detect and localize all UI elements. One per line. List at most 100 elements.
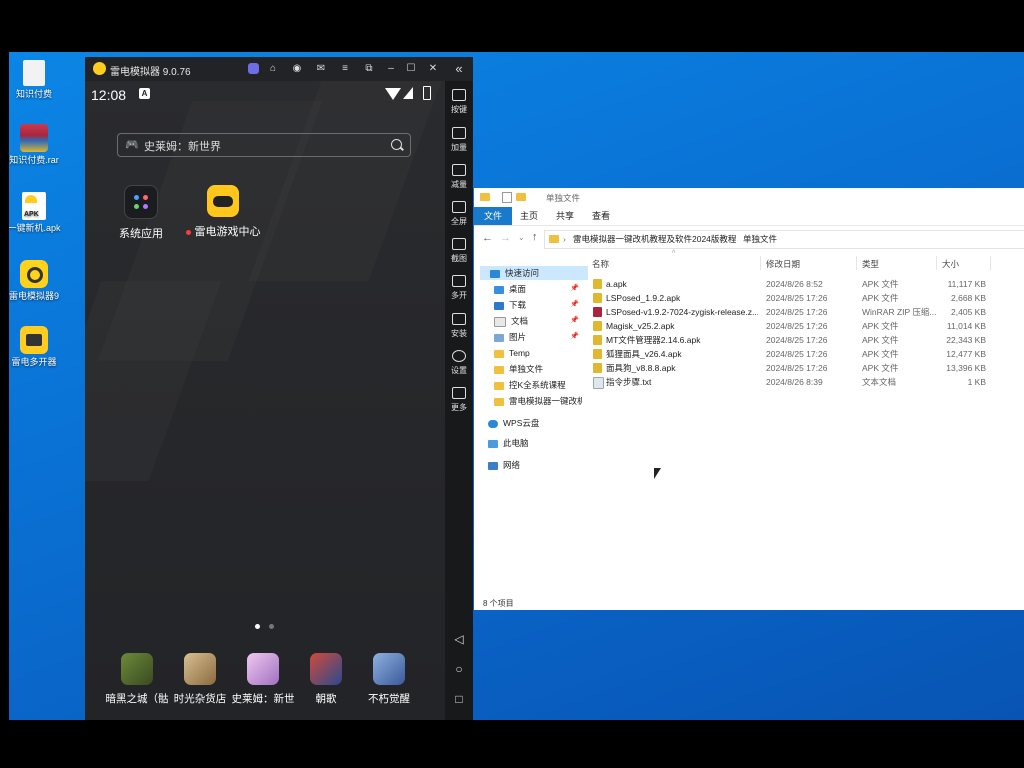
dock-app-1[interactable]: 暗黑之城（骷 xyxy=(105,653,169,706)
nav-item-temp[interactable]: Temp xyxy=(494,346,530,360)
nav-quick-access[interactable]: 快速访问 xyxy=(480,266,588,280)
column-header-type[interactable]: 类型 xyxy=(862,258,879,270)
sidebar-more[interactable]: 更多 xyxy=(445,387,473,413)
sidebar-install[interactable]: 安装 xyxy=(445,313,473,339)
sidebar-volume-up[interactable]: 加量 xyxy=(445,127,473,153)
close-icon[interactable]: ✕ xyxy=(425,61,441,77)
back-icon[interactable]: ◁ xyxy=(445,632,473,646)
breadcrumb[interactable]: › 雷电模拟器一键改机教程及软件2024版教程 › 单独文件 xyxy=(544,230,1024,249)
file-icon xyxy=(23,60,45,86)
dock-app-5[interactable]: 不朽觉醒 xyxy=(357,653,421,706)
menu-icon[interactable]: ≡ xyxy=(337,61,353,77)
file-row[interactable]: Magisk_v25.2.apk 2024/8/25 17:26 APK 文件 … xyxy=(586,319,1024,333)
tab-share[interactable]: 共享 xyxy=(546,207,584,225)
nav-this-pc[interactable]: 此电脑 xyxy=(488,436,529,450)
file-size: 12,477 KB xyxy=(946,349,986,359)
desktop-icon-zhishifufei-rar[interactable]: 知识付费.rar xyxy=(9,124,65,166)
dock-app-label: 暗黑之城（骷 xyxy=(105,693,169,705)
desktop-icon-zhishifufei[interactable]: 知识付费 xyxy=(9,60,65,100)
search-icon[interactable] xyxy=(391,139,402,150)
desktop-icon-ldmulti[interactable]: 雷电多开器 xyxy=(9,326,65,368)
emulator-titlebar[interactable]: 雷电模拟器 9.0.76 ⌂ ◉ ✉ ≡ ⧉ – ☐ ✕ « xyxy=(85,57,473,81)
nav-wps-cloud[interactable]: WPS云盘 xyxy=(488,416,539,430)
nav-item-desktop[interactable]: 桌面 xyxy=(494,282,526,296)
nav-network[interactable]: 网络 xyxy=(488,458,520,472)
desktop-icon-apk[interactable]: APK 一键新机.apk xyxy=(9,192,65,234)
nav-item-ld-tutorial[interactable]: 雷电模拟器一键改机 xyxy=(494,394,582,408)
sidebar-screenshot[interactable]: 截图 xyxy=(445,238,473,264)
pin-icon: 📌 xyxy=(570,285,579,292)
ldmulti-icon xyxy=(20,326,48,354)
breadcrumb-item[interactable]: 雷电模拟器一键改机教程及软件2024版教程 xyxy=(573,231,736,248)
sidebar-multi[interactable]: 多开 xyxy=(445,275,473,301)
column-divider xyxy=(856,256,857,270)
nav-item-single-files[interactable]: 单独文件 xyxy=(494,362,543,376)
cloud-icon xyxy=(488,419,498,428)
sidebar-label: 按键 xyxy=(451,105,467,114)
file-date: 2024/8/25 17:26 xyxy=(766,335,828,345)
home-icon[interactable]: ○ xyxy=(445,662,473,676)
nav-label: 快速访问 xyxy=(505,268,540,278)
dock-app-label: 不朽觉醒 xyxy=(368,693,410,705)
account-icon[interactable]: ◉ xyxy=(289,61,305,77)
dock-app-4[interactable]: 朝歌 xyxy=(294,653,358,706)
minimize-icon[interactable]: – xyxy=(383,61,399,77)
ldplayer-logo-icon xyxy=(93,62,106,75)
gamepad-icon[interactable]: ⌂ xyxy=(265,61,281,77)
sidebar-settings[interactable]: 设置 xyxy=(445,350,473,376)
dock-app-2[interactable]: 时光杂货店 xyxy=(168,653,232,706)
file-type: APK 文件 xyxy=(862,349,899,359)
file-row[interactable]: LSPosed-v1.9.2-7024-zygisk-release.z... … xyxy=(586,305,1024,319)
restore-icon[interactable]: ⧉ xyxy=(361,61,377,77)
android-screen[interactable]: 12:08 A 🎮 史莱姆：新世界 系统应用 雷电游戏中心 暗黑之城（骷 时光杂… xyxy=(85,81,445,720)
file-row[interactable]: 指令步骤.txt 2024/8/26 8:39 文本文档 1 KB xyxy=(586,375,1024,389)
column-divider xyxy=(760,256,761,270)
tab-view[interactable]: 查看 xyxy=(582,207,620,225)
nav-item-pictures[interactable]: 图片 xyxy=(494,330,526,344)
file-row[interactable]: 面具狗_v8.8.8.apk 2024/8/25 17:26 APK 文件 13… xyxy=(586,361,1024,375)
forward-arrow-icon[interactable]: → xyxy=(500,232,511,244)
sidebar-label: 加量 xyxy=(451,143,467,152)
recents-icon[interactable]: □ xyxy=(445,692,473,706)
column-header-size[interactable]: 大小 xyxy=(942,258,959,270)
sidebar-label: 安装 xyxy=(451,329,467,338)
file-row[interactable]: LSPosed_1.9.2.apk 2024/8/25 17:26 APK 文件… xyxy=(586,291,1024,305)
tab-file[interactable]: 文件 xyxy=(474,207,513,225)
explorer-titlebar[interactable]: 单独文件 xyxy=(474,188,1024,206)
file-size: 13,396 KB xyxy=(946,363,986,373)
breadcrumb-item[interactable]: 单独文件 xyxy=(743,231,777,248)
dock-app-3[interactable]: 史莱姆：新世 xyxy=(231,653,295,706)
app-label: 系统应用 xyxy=(119,228,163,240)
scissors-icon xyxy=(452,238,466,250)
sidebar-fullscreen[interactable]: 全屏 xyxy=(445,201,473,227)
search-bar[interactable]: 🎮 史莱姆：新世界 xyxy=(117,133,411,157)
maximize-icon[interactable]: ☐ xyxy=(403,61,419,77)
sidebar-label: 全屏 xyxy=(451,217,467,226)
recent-chevron-icon[interactable]: ⌄ xyxy=(518,233,525,242)
game-icon xyxy=(310,653,342,685)
file-row[interactable]: MT文件管理器2.14.6.apk 2024/8/25 17:26 APK 文件… xyxy=(586,333,1024,347)
column-header-date[interactable]: 修改日期 xyxy=(766,258,800,270)
nav-label: 单独文件 xyxy=(509,364,544,374)
app-game-center[interactable]: 雷电游戏中心 xyxy=(183,185,263,239)
mail-icon[interactable]: ✉ xyxy=(313,61,329,77)
emulator-sidebar: 按键 加量 减量 全屏 截图 多开 安装 设置 更多 ◁ ○ □ xyxy=(445,81,473,720)
file-row[interactable]: a.apk 2024/8/26 8:52 APK 文件 11,117 KB xyxy=(586,277,1024,291)
plugin-icon[interactable] xyxy=(245,61,261,77)
emulator-window: 雷电模拟器 9.0.76 ⌂ ◉ ✉ ≡ ⧉ – ☐ ✕ « 12:08 A 🎮… xyxy=(85,57,473,720)
checkbox-icon[interactable] xyxy=(502,192,512,203)
tab-home[interactable]: 主页 xyxy=(510,207,548,225)
file-row[interactable]: 狐狸面具_v26.4.apk 2024/8/25 17:26 APK 文件 12… xyxy=(586,347,1024,361)
nav-item-downloads[interactable]: 下载 xyxy=(494,298,526,312)
app-system-apps[interactable]: 系统应用 xyxy=(101,185,181,241)
desktop-icon-ldplayer[interactable]: 雷电模拟器9 xyxy=(9,260,65,302)
game-icon xyxy=(373,653,405,685)
nav-item-documents[interactable]: 文档 xyxy=(494,314,528,328)
sidebar-collapse-icon[interactable]: « xyxy=(451,61,467,77)
sidebar-keymap[interactable]: 按键 xyxy=(445,89,473,115)
column-header-name[interactable]: 名称 xyxy=(592,258,609,270)
sidebar-volume-down[interactable]: 减量 xyxy=(445,164,473,190)
up-arrow-icon[interactable]: ↑ xyxy=(532,231,538,243)
nav-item-course[interactable]: 控K全系统课程 xyxy=(494,378,566,392)
back-arrow-icon[interactable]: ← xyxy=(482,232,493,244)
